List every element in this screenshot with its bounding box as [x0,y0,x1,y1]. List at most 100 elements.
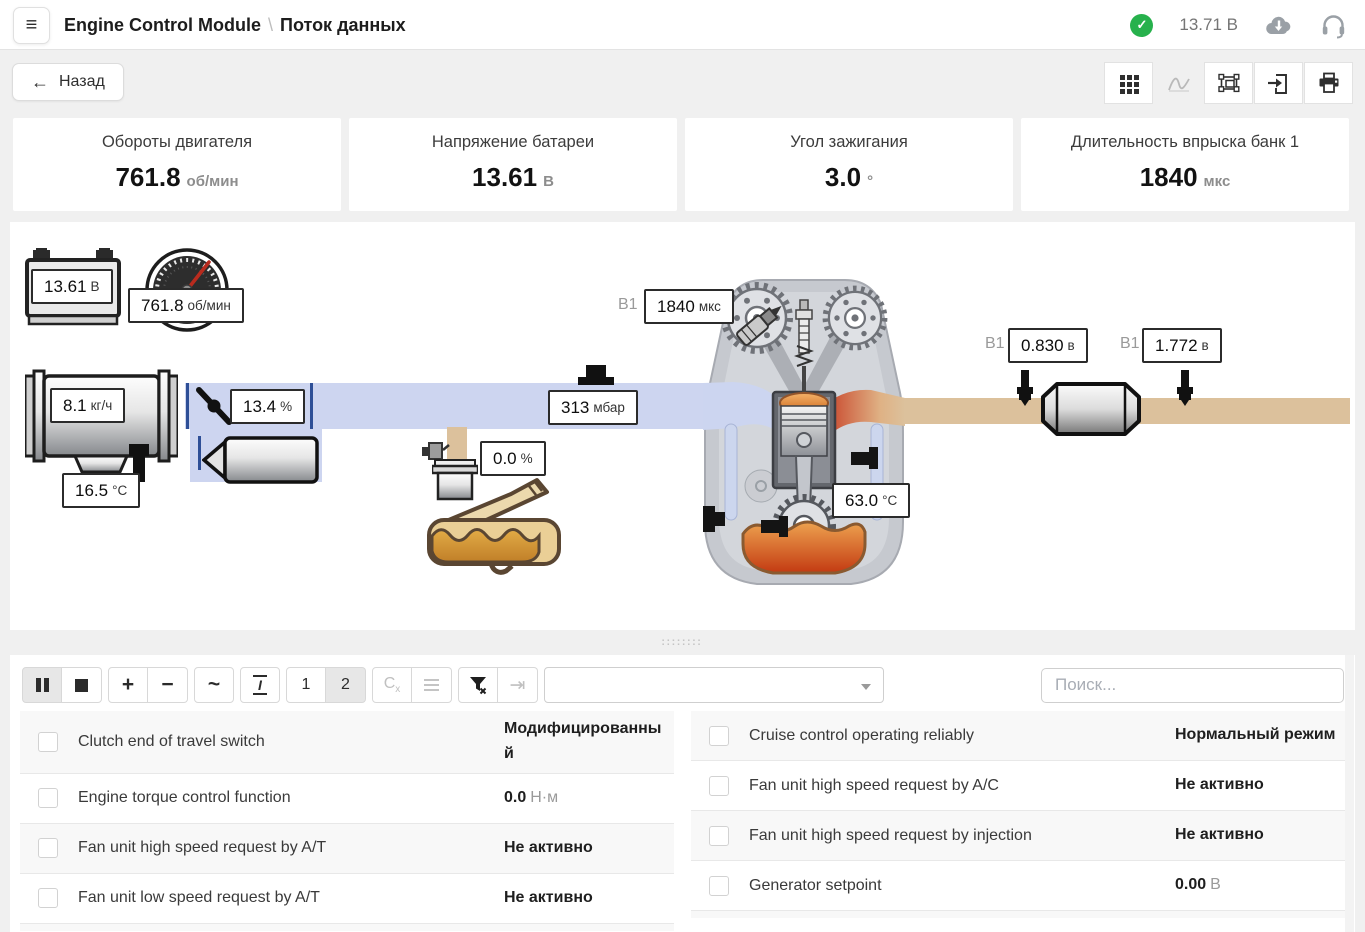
intake-temp-label: 16.5°С [62,473,140,508]
plus-icon: + [122,673,134,697]
parameter-select[interactable] [544,667,884,703]
filter-x-icon [468,675,488,695]
metric-unit: об/мин [187,173,239,190]
table-row[interactable]: Fan unit low speed request by A/T Не акт… [20,874,674,924]
parameter-tables: Clutch end of travel switch Модифицирова… [20,711,1345,931]
o2-sensor-post-icon [1173,370,1197,406]
row-checkbox[interactable] [38,838,58,858]
coolant-temp-label: 63.0°С [832,483,910,518]
list-button[interactable] [412,667,452,703]
battery-voltage-status: 13.71 В [1179,15,1238,35]
remove-button[interactable]: − [148,667,188,703]
step-button[interactable]: ⇥ [498,667,538,703]
data-stream-panel: + − ~ I 1 2 Cx ⇥ [10,655,1355,932]
filter-reset-button[interactable] [458,667,498,703]
chart-view-button[interactable] [1154,62,1203,104]
row-checkbox[interactable] [709,776,729,796]
export-button[interactable] [1254,62,1303,104]
row-checkbox[interactable] [709,726,729,746]
idle-actuator-icon [202,436,320,484]
select-frame-button[interactable] [1204,62,1253,104]
splitter-handle-icon: ▪▪▪▪▪▪▪▪▪▪▪▪▪▪▪▪ [662,639,703,647]
stop-icon [75,679,88,692]
export-document-icon [1266,70,1292,96]
hamburger-icon: ≡ [26,14,38,37]
table-row[interactable]: Generator setpoint 0.00В [691,861,1345,911]
metric-value: 3.0 [825,162,861,192]
menu-button[interactable]: ≡ [13,7,50,44]
table-scrollbar[interactable] [1345,655,1354,932]
catalytic-converter-icon [1040,381,1142,437]
back-button[interactable]: ← Назад [12,63,124,101]
clear-button[interactable]: Cx [372,667,412,703]
tilde-icon: ~ [208,673,220,697]
grid-icon [1117,71,1141,95]
metric-unit: В [543,173,554,190]
table-row[interactable]: Cruise control operating reliably Нормал… [691,711,1345,761]
row-checkbox[interactable] [709,876,729,896]
print-button[interactable] [1304,62,1353,104]
metric-value: 1840 [1140,162,1198,192]
metric-title: Угол зажигания [685,133,1013,152]
maf-label: 8.1кг/ч [50,388,125,423]
partial-next-row [691,911,1345,918]
pause-button[interactable] [22,667,62,703]
metric-title: Обороты двигателя [13,133,341,152]
stream-toolbar: + − ~ I 1 2 Cx ⇥ [22,667,1344,703]
layout-2-button[interactable]: 2 [326,667,366,703]
rpm-label: 761.8об/мин [128,288,244,323]
o2-pre-voltage-label: 0.830в [1008,328,1088,363]
back-arrow-icon: ← [31,72,49,93]
breadcrumb-separator: \ [261,15,280,36]
metric-value: 761.8 [115,162,180,192]
row-checkbox[interactable] [709,826,729,846]
table-row[interactable]: Fan unit high speed request by injection… [691,811,1345,861]
table-row[interactable]: Engine torque control function 0.0Н·м [20,774,674,824]
throttle-label: 13.4% [230,389,305,424]
row-checkbox[interactable] [38,788,58,808]
throttle-valve-icon [193,384,235,428]
stop-button[interactable] [62,667,102,703]
add-button[interactable]: + [108,667,148,703]
row-checkbox[interactable] [38,732,58,752]
o2-sensor-pre-icon [1013,370,1037,406]
metric-card-battery: Напряжение батареи 13.61 В [349,118,677,211]
panel-splitter[interactable]: ▪▪▪▪▪▪▪▪▪▪▪▪▪▪▪▪ [0,630,1365,655]
cloud-download-icon[interactable] [1264,14,1294,36]
throttle-section-tick [310,383,313,429]
wave-button[interactable]: ~ [194,667,234,703]
metric-title: Напряжение батареи [349,133,677,152]
status-check-icon: ✓ [1130,14,1153,37]
purge-duty-label: 0.0% [480,441,546,476]
search-input[interactable] [1041,668,1344,703]
injection-duration-label: 1840мкс [644,289,734,324]
printer-icon [1316,70,1342,96]
app-title: Engine Control Module [64,15,261,36]
metric-card-ignition: Угол зажигания 3.0° [685,118,1013,211]
headset-icon[interactable] [1320,12,1347,39]
table-row[interactable]: Fan unit high speed request by A/T Не ак… [20,824,674,874]
list-icon [424,684,439,686]
back-label: Назад [59,73,105,91]
engine-diagram-panel: 13.61В 761.8об/мин 8.1кг/ч 16.5°С 13.4% [10,222,1355,630]
metric-unit: мкс [1204,173,1231,190]
o2-pre-bank-label: B1 [985,335,1005,353]
layout-1-button[interactable]: 1 [286,667,326,703]
curve-chart-icon [1166,71,1192,95]
table-row[interactable]: Clutch end of travel switch Модифицирова… [20,711,674,774]
map-pressure-label: 313мбар [548,390,638,425]
metric-value: 13.61 [472,162,537,192]
canister-icon [432,459,478,501]
parameter-table-right: Cruise control operating reliably Нормал… [691,711,1345,931]
table-row[interactable]: Fan unit high speed request by A/C Не ак… [691,761,1345,811]
arrow-to-bar-icon: ⇥ [510,674,526,697]
pause-icon [36,678,49,692]
metric-card-rpm: Обороты двигателя 761.8 об/мин [13,118,341,211]
grid-view-button[interactable] [1104,62,1153,104]
air-filter-icon [25,368,178,482]
metric-card-injection: Длительность впрыска банк 1 1840мкс [1021,118,1349,211]
throttle-section-tick [186,383,189,429]
parameter-table-left: Clutch end of travel switch Модифицирова… [20,711,674,931]
row-checkbox[interactable] [38,888,58,908]
scale-button[interactable]: I [240,667,280,703]
